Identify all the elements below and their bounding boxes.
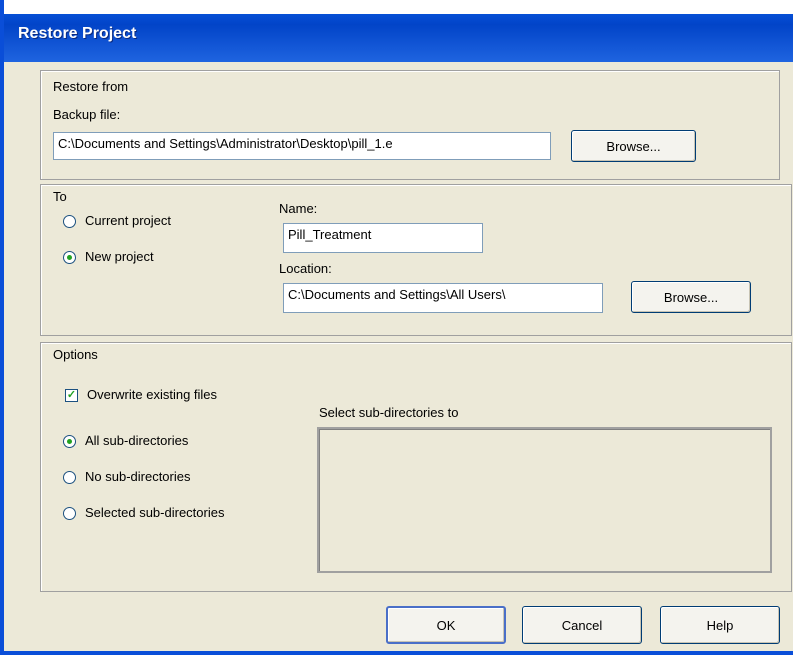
subdirectory-list[interactable] xyxy=(317,427,772,573)
project-name-field[interactable]: Pill_Treatment xyxy=(283,223,483,253)
options-group-label: Options xyxy=(53,347,98,362)
restore-project-dialog: Restore Project Restore from Backup file… xyxy=(0,0,793,655)
no-subdirs-radio[interactable] xyxy=(63,471,76,484)
title-bar[interactable]: Restore Project xyxy=(4,0,793,62)
backup-browse-button[interactable]: Browse... xyxy=(571,130,696,162)
to-group-label: To xyxy=(53,189,67,204)
current-project-radio[interactable] xyxy=(63,215,76,228)
options-group: Options ✓ Overwrite existing files All s… xyxy=(40,342,792,592)
selected-subdirs-label[interactable]: Selected sub-directories xyxy=(85,505,224,520)
select-subdirs-label: Select sub-directories to xyxy=(319,405,459,420)
cancel-button[interactable]: Cancel xyxy=(522,606,642,644)
title-bar-top-edge xyxy=(4,0,793,14)
new-project-label[interactable]: New project xyxy=(85,249,154,264)
overwrite-label[interactable]: Overwrite existing files xyxy=(87,387,217,402)
ok-button[interactable]: OK xyxy=(386,606,506,644)
all-subdirs-radio[interactable] xyxy=(63,435,76,448)
no-subdirs-label[interactable]: No sub-directories xyxy=(85,469,191,484)
overwrite-checkbox[interactable]: ✓ xyxy=(65,389,78,402)
location-field[interactable]: C:\Documents and Settings\All Users\ xyxy=(283,283,603,313)
restore-from-group: Restore from Backup file: C:\Documents a… xyxy=(40,70,780,180)
restore-from-label: Restore from xyxy=(53,79,129,94)
project-target-panel: Name: Pill_Treatment Location: C:\Docume… xyxy=(257,193,787,329)
all-subdirs-label[interactable]: All sub-directories xyxy=(85,433,188,448)
location-label: Location: xyxy=(279,261,332,276)
current-project-label[interactable]: Current project xyxy=(85,213,171,228)
name-label: Name: xyxy=(279,201,318,216)
to-group: To Current project New project Name: Pil… xyxy=(40,184,792,336)
dialog-body: Restore from Backup file: C:\Documents a… xyxy=(8,62,793,651)
selected-subdirs-radio[interactable] xyxy=(63,507,76,520)
new-project-radio[interactable] xyxy=(63,251,76,264)
help-button[interactable]: Help xyxy=(660,606,780,644)
backup-file-field[interactable]: C:\Documents and Settings\Administrator\… xyxy=(53,132,551,160)
location-browse-button[interactable]: Browse... xyxy=(631,281,751,313)
dialog-title: Restore Project xyxy=(18,25,137,42)
backup-file-label: Backup file: xyxy=(53,107,121,122)
